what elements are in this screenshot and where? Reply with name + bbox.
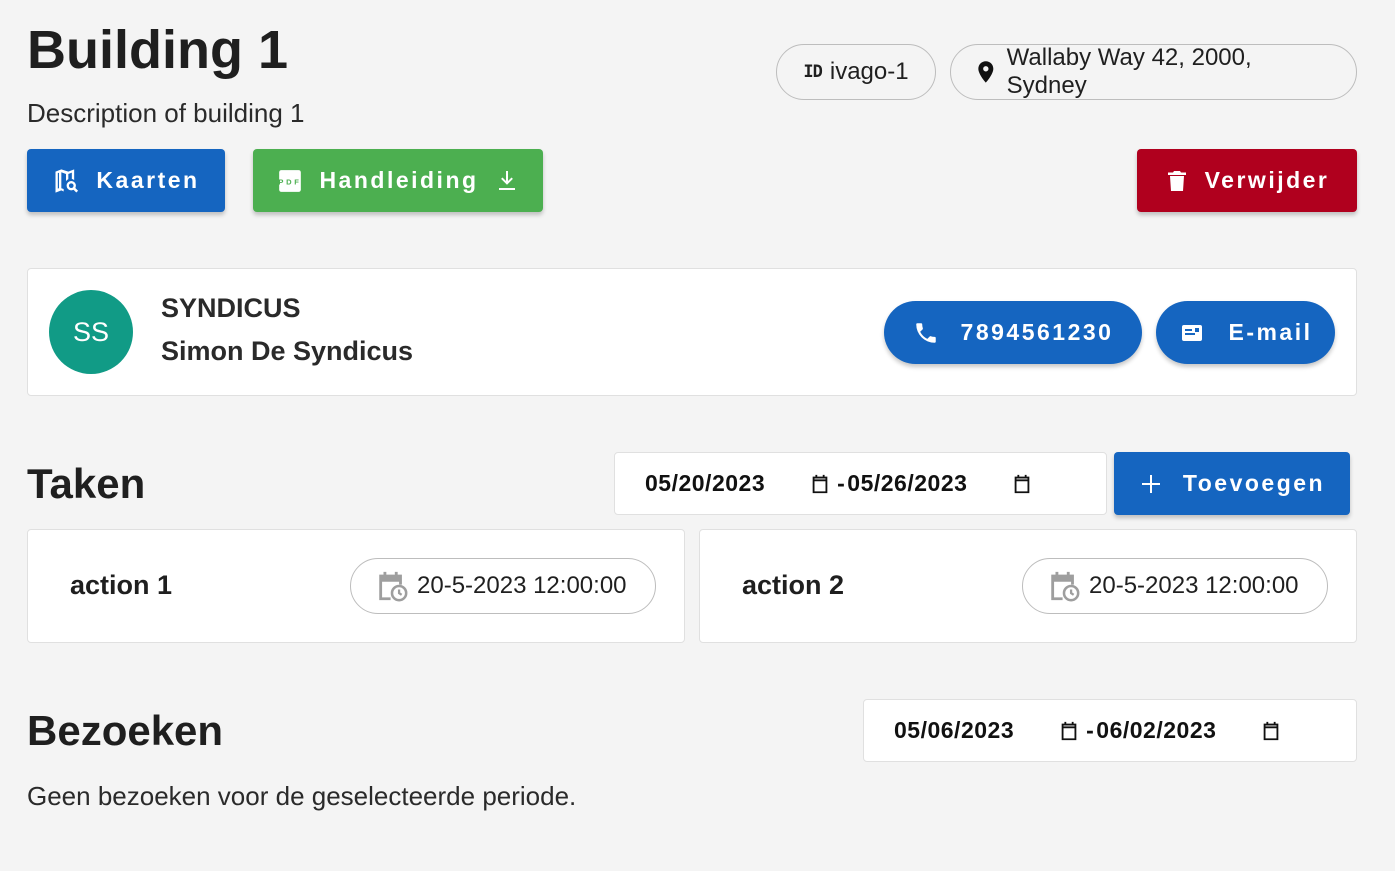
- svg-text:PDF: PDF: [279, 177, 302, 186]
- page-description: Description of building 1: [27, 98, 305, 128]
- location-pin-icon: [978, 61, 994, 83]
- bezoeken-date-to-value: 06/02/2023: [1096, 717, 1217, 743]
- bezoeken-date-to[interactable]: 06/02/2023: [1096, 717, 1282, 744]
- task-datetime-chip: 20-5-2023 12:00:00: [1022, 558, 1328, 614]
- date-separator: -: [1086, 717, 1095, 743]
- plus-icon: [1141, 474, 1160, 493]
- empty-visits-message: Geen bezoeken voor de geselecteerde peri…: [27, 781, 577, 811]
- phone-label: 7894561230: [960, 319, 1114, 345]
- taken-date-from-value: 05/20/2023: [645, 470, 766, 496]
- email-icon: [1182, 324, 1203, 341]
- handleiding-download-button[interactable]: PDF Handleiding: [253, 149, 543, 212]
- email-label: E-mail: [1228, 319, 1313, 345]
- phone-button[interactable]: 7894561230: [884, 301, 1142, 364]
- bezoeken-date-from[interactable]: 05/06/2023: [894, 717, 1080, 744]
- handleiding-label: Handleiding: [319, 167, 479, 193]
- verwijder-button[interactable]: Verwijder: [1137, 149, 1357, 212]
- address-chip: Wallaby Way 42, 2000, Sydney: [950, 44, 1357, 100]
- calendar-icon[interactable]: [1011, 473, 1033, 495]
- add-task-button[interactable]: Toevoegen: [1114, 452, 1350, 515]
- calendar-clock-icon: [379, 571, 408, 602]
- bezoeken-heading: Bezoeken: [27, 707, 224, 754]
- date-separator: -: [837, 470, 846, 496]
- building-id-value: ivago-1: [829, 58, 909, 85]
- calendar-icon[interactable]: [809, 473, 831, 495]
- taken-date-from[interactable]: 05/20/2023: [645, 470, 831, 497]
- bezoeken-date-range[interactable]: 05/06/2023 - 06/02/2023: [863, 699, 1357, 762]
- syndicus-name: Simon De Syndicus: [161, 336, 414, 366]
- toevoegen-label: Toevoegen: [1182, 470, 1326, 496]
- task-title: action 1: [70, 570, 173, 600]
- bezoeken-date-from-value: 05/06/2023: [894, 717, 1015, 743]
- task-datetime: 20-5-2023 12:00:00: [417, 572, 627, 599]
- avatar: SS: [49, 290, 133, 374]
- taken-date-to-value: 05/26/2023: [847, 470, 968, 496]
- taken-date-range[interactable]: 05/20/2023 - 05/26/2023: [614, 452, 1107, 515]
- email-button[interactable]: E-mail: [1156, 301, 1335, 364]
- task-datetime: 20-5-2023 12:00:00: [1089, 572, 1299, 599]
- pdf-icon: PDF: [279, 169, 302, 192]
- phone-icon: [915, 322, 936, 343]
- calendar-icon[interactable]: [1260, 720, 1282, 742]
- download-icon: [498, 170, 515, 190]
- task-title: action 2: [742, 570, 845, 600]
- calendar-clock-icon: [1051, 571, 1080, 602]
- kaarten-button[interactable]: Kaarten: [27, 149, 225, 212]
- taken-heading: Taken: [27, 460, 146, 507]
- trash-icon: [1167, 170, 1186, 191]
- calendar-icon[interactable]: [1058, 720, 1080, 742]
- syndicus-role: SYNDICUS: [161, 293, 301, 323]
- address-text: Wallaby Way 42, 2000, Sydney: [1006, 44, 1252, 99]
- page-title: Building 1: [27, 20, 288, 80]
- kaarten-label: Kaarten: [96, 167, 200, 193]
- id-icon: ID: [803, 62, 823, 82]
- map-search-icon: [55, 168, 79, 193]
- building-id-chip: ID ivago-1: [776, 44, 936, 100]
- taken-date-to[interactable]: 05/26/2023: [847, 470, 1033, 497]
- task-datetime-chip: 20-5-2023 12:00:00: [350, 558, 656, 614]
- verwijder-label: Verwijder: [1204, 167, 1330, 193]
